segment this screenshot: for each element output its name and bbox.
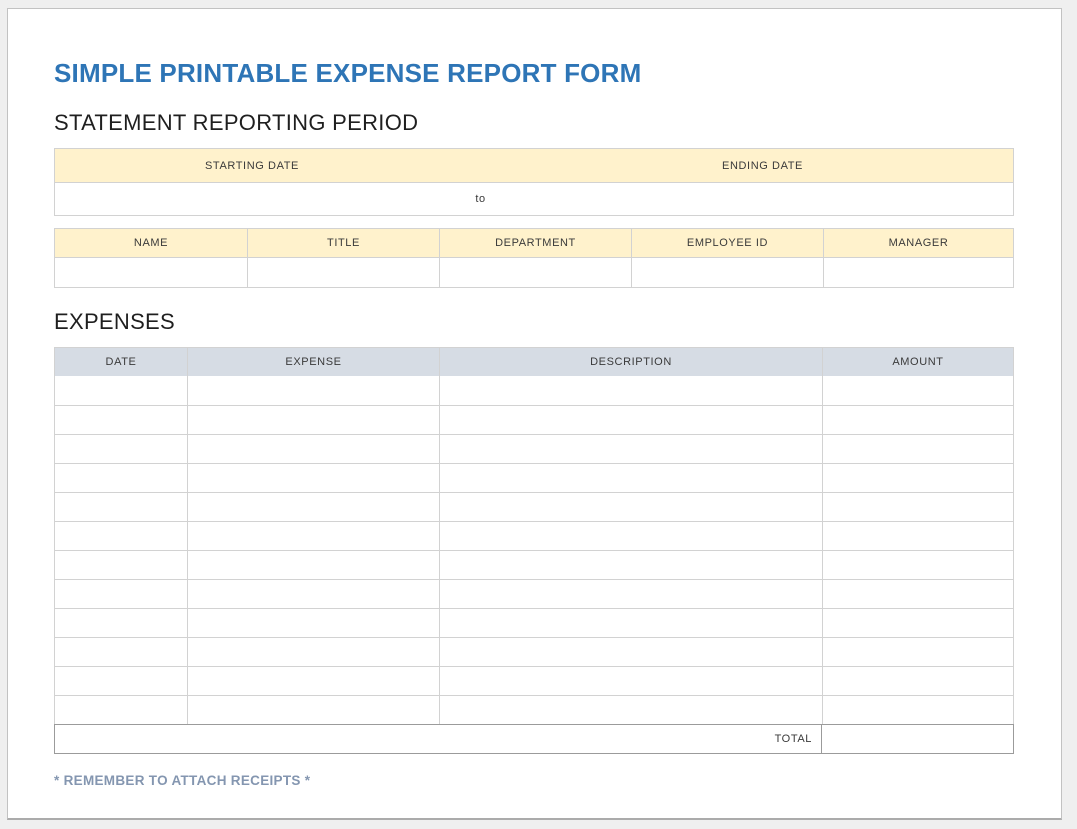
expense-table-body: [55, 376, 1013, 724]
amount-cell[interactable]: [822, 638, 1013, 666]
reporting-period-table: STARTING DATE ENDING DATE to: [54, 148, 1014, 216]
expense-cell[interactable]: [187, 464, 439, 492]
expense-row: [55, 608, 1013, 637]
section-heading-expenses: EXPENSES: [54, 309, 1015, 335]
expense-row: [55, 695, 1013, 724]
expense-cell[interactable]: [187, 551, 439, 579]
amount-cell[interactable]: [822, 464, 1013, 492]
employee-id-field[interactable]: [631, 258, 823, 287]
expense-row: [55, 579, 1013, 608]
date-cell[interactable]: [55, 464, 187, 492]
expense-row: [55, 637, 1013, 666]
expense-row: [55, 405, 1013, 434]
date-cell[interactable]: [55, 696, 187, 724]
document-page: SIMPLE PRINTABLE EXPENSE REPORT FORM STA…: [7, 8, 1062, 820]
description-column-header: DESCRIPTION: [439, 348, 822, 376]
department-header: DEPARTMENT: [439, 229, 631, 257]
amount-cell[interactable]: [822, 580, 1013, 608]
amount-cell[interactable]: [822, 435, 1013, 463]
date-cell[interactable]: [55, 551, 187, 579]
date-cell[interactable]: [55, 667, 187, 695]
date-cell[interactable]: [55, 522, 187, 550]
expense-cell[interactable]: [187, 493, 439, 521]
name-header: NAME: [55, 229, 247, 257]
description-cell[interactable]: [439, 696, 822, 724]
description-cell[interactable]: [439, 493, 822, 521]
expense-table-header-row: DATE EXPENSE DESCRIPTION AMOUNT: [55, 348, 1013, 376]
date-column-header: DATE: [55, 348, 187, 376]
amount-cell[interactable]: [822, 493, 1013, 521]
expense-row: [55, 376, 1013, 405]
reporting-period-header-row: STARTING DATE ENDING DATE: [55, 149, 1013, 182]
ending-date-field[interactable]: [512, 183, 1013, 215]
starting-date-header: STARTING DATE: [55, 149, 449, 182]
employee-id-header: EMPLOYEE ID: [631, 229, 823, 257]
description-cell[interactable]: [439, 551, 822, 579]
amount-cell[interactable]: [822, 696, 1013, 724]
date-cell[interactable]: [55, 493, 187, 521]
page-title: SIMPLE PRINTABLE EXPENSE REPORT FORM: [54, 58, 1015, 89]
expense-row: [55, 521, 1013, 550]
title-field[interactable]: [247, 258, 439, 287]
reporting-period-header-spacer: [449, 149, 512, 182]
total-label: TOTAL: [55, 725, 822, 753]
description-cell[interactable]: [439, 464, 822, 492]
expense-table: DATE EXPENSE DESCRIPTION AMOUNT: [54, 347, 1014, 724]
employee-info-table: NAME TITLE DEPARTMENT EMPLOYEE ID MANAGE…: [54, 228, 1014, 288]
expense-cell[interactable]: [187, 696, 439, 724]
expense-cell[interactable]: [187, 406, 439, 434]
manager-field[interactable]: [823, 258, 1013, 287]
expense-cell[interactable]: [187, 580, 439, 608]
department-field[interactable]: [439, 258, 631, 287]
amount-cell[interactable]: [822, 406, 1013, 434]
title-header: TITLE: [247, 229, 439, 257]
description-cell[interactable]: [439, 376, 822, 405]
description-cell[interactable]: [439, 435, 822, 463]
expense-cell[interactable]: [187, 667, 439, 695]
employee-info-value-row: [55, 257, 1013, 287]
amount-cell[interactable]: [822, 667, 1013, 695]
description-cell[interactable]: [439, 522, 822, 550]
date-cell[interactable]: [55, 580, 187, 608]
date-cell[interactable]: [55, 609, 187, 637]
date-cell[interactable]: [55, 435, 187, 463]
amount-cell[interactable]: [822, 376, 1013, 405]
amount-column-header: AMOUNT: [822, 348, 1013, 376]
expense-row: [55, 550, 1013, 579]
attach-receipts-note: * REMEMBER TO ATTACH RECEIPTS *: [54, 773, 1015, 788]
expense-row: [55, 666, 1013, 695]
expense-cell[interactable]: [187, 609, 439, 637]
manager-header: MANAGER: [823, 229, 1013, 257]
starting-date-field[interactable]: [55, 183, 449, 215]
expense-cell[interactable]: [187, 435, 439, 463]
date-cell[interactable]: [55, 406, 187, 434]
ending-date-header: ENDING DATE: [512, 149, 1013, 182]
date-separator-label: to: [449, 183, 512, 215]
amount-cell[interactable]: [822, 609, 1013, 637]
expense-cell[interactable]: [187, 522, 439, 550]
reporting-period-value-row: to: [55, 182, 1013, 215]
expense-total-row: TOTAL: [54, 724, 1014, 754]
description-cell[interactable]: [439, 667, 822, 695]
name-field[interactable]: [55, 258, 247, 287]
date-cell[interactable]: [55, 376, 187, 405]
expense-column-header: EXPENSE: [187, 348, 439, 376]
description-cell[interactable]: [439, 406, 822, 434]
amount-cell[interactable]: [822, 522, 1013, 550]
section-heading-reporting-period: STATEMENT REPORTING PERIOD: [54, 110, 1015, 136]
description-cell[interactable]: [439, 638, 822, 666]
description-cell[interactable]: [439, 580, 822, 608]
expense-row: [55, 463, 1013, 492]
employee-info-header-row: NAME TITLE DEPARTMENT EMPLOYEE ID MANAGE…: [55, 229, 1013, 257]
expense-cell[interactable]: [187, 376, 439, 405]
description-cell[interactable]: [439, 609, 822, 637]
total-amount-field[interactable]: [822, 725, 1013, 753]
expense-row: [55, 492, 1013, 521]
expense-row: [55, 434, 1013, 463]
amount-cell[interactable]: [822, 551, 1013, 579]
date-cell[interactable]: [55, 638, 187, 666]
expense-cell[interactable]: [187, 638, 439, 666]
